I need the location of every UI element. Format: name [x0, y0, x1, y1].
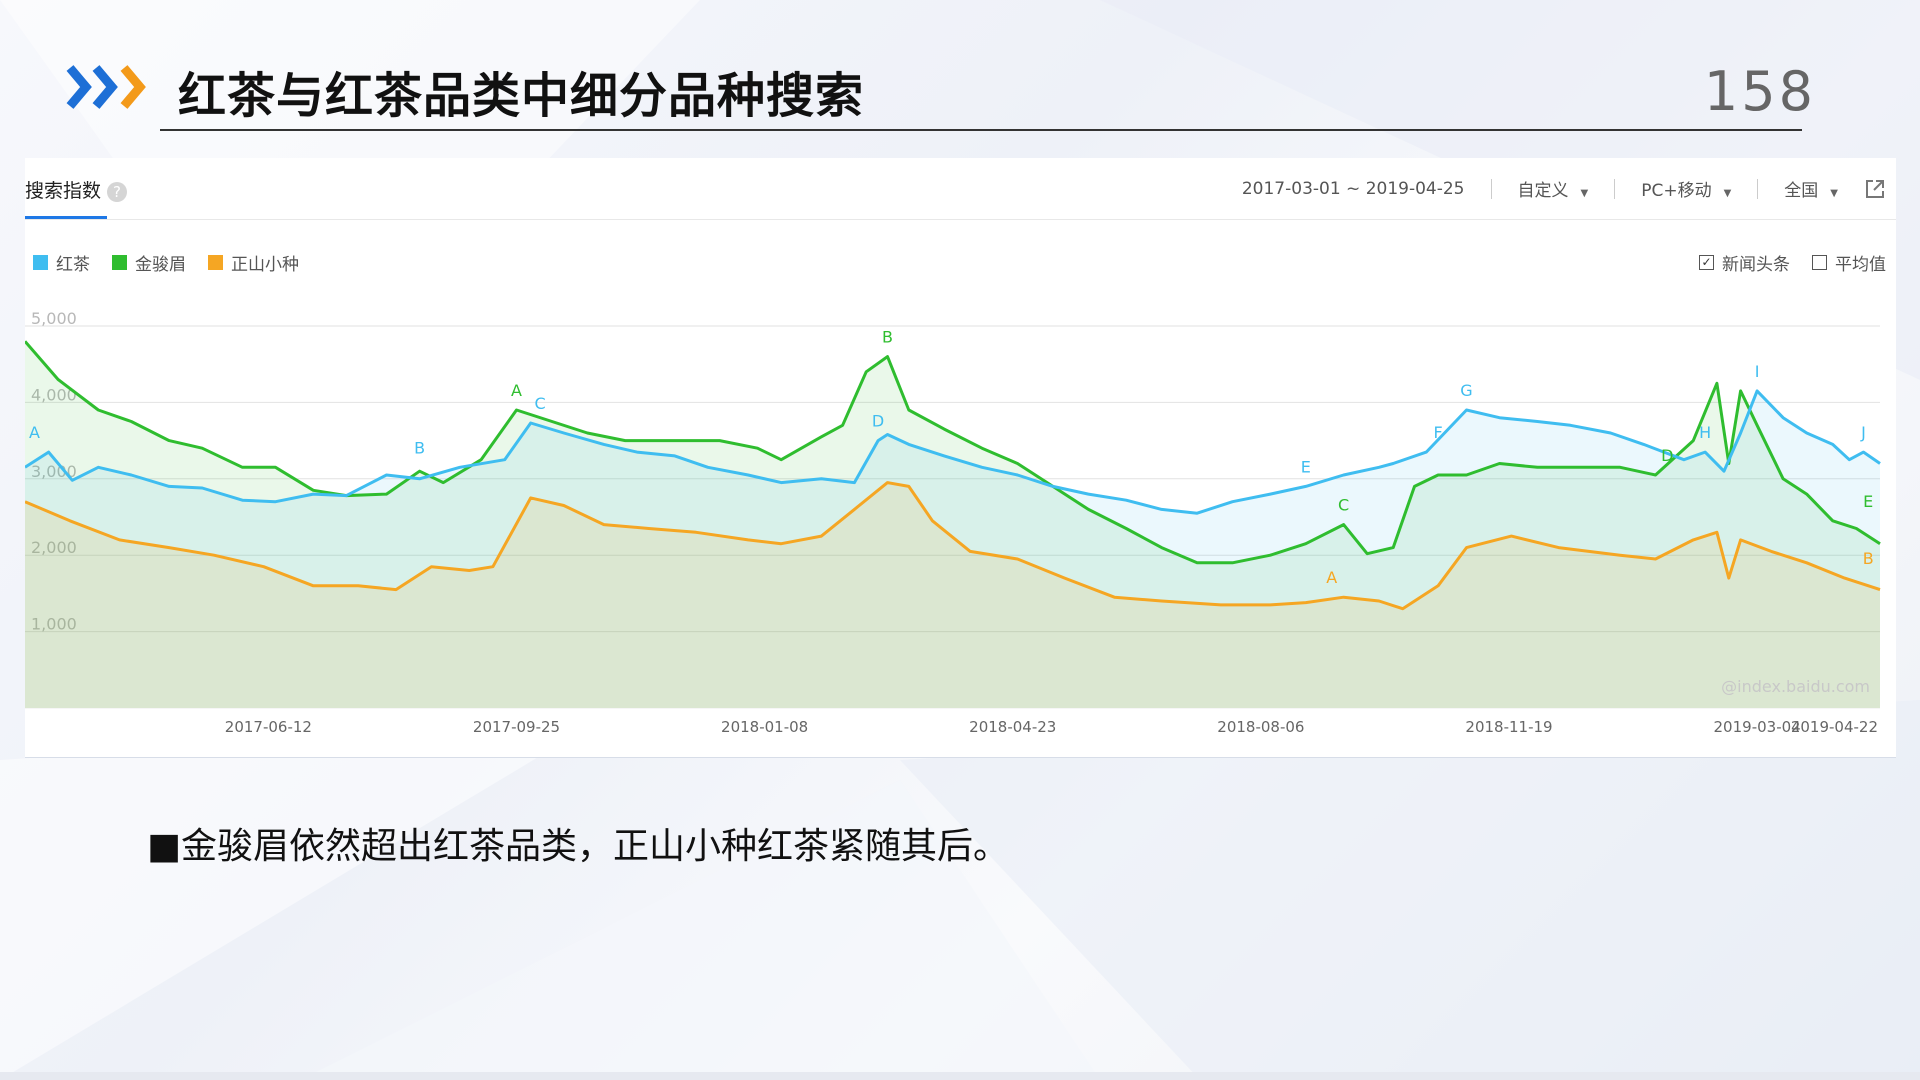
slide-header: 红茶与红茶品类中细分品种搜索 158: [66, 48, 1816, 128]
annotation-label: A: [511, 381, 522, 400]
x-tick-label: 2017-09-25: [473, 718, 560, 736]
annotation-label: B: [1863, 549, 1874, 568]
annotation-label: E: [1863, 492, 1873, 511]
slide-title: 红茶与红茶品类中细分品种搜索: [178, 68, 865, 124]
search-index-chart: 1,0002,0003,0004,0005,000ABCDEFGHIJABCDE…: [25, 309, 1881, 736]
chevrons-icon: [66, 65, 146, 109]
watermark: @index.baidu.com: [1721, 677, 1870, 696]
annotation-label: C: [1338, 496, 1349, 515]
annotation-label: J: [1860, 423, 1866, 442]
x-tick-label: 2018-01-08: [721, 718, 808, 736]
plot-baseline: [25, 708, 1880, 709]
annotation-label: I: [1755, 362, 1760, 381]
annotation-label: G: [1460, 381, 1472, 400]
x-tick-label: 2019-03-04: [1714, 718, 1801, 736]
page-number: 158: [1703, 60, 1816, 123]
annotation-label: E: [1301, 457, 1311, 476]
bullet-text: ■金骏眉依然超出红茶品类，正山小种红茶紧随其后。: [147, 826, 1010, 867]
annotation-label: D: [872, 412, 884, 431]
annotation-label: C: [535, 394, 546, 413]
x-tick-label: 2019-04-22: [1791, 718, 1878, 736]
x-tick-label: 2017-06-12: [225, 718, 312, 736]
annotation-label: H: [1699, 423, 1711, 442]
x-tick-label: 2018-08-06: [1217, 718, 1304, 736]
x-tick-label: 2018-04-23: [969, 718, 1056, 736]
y-tick-label: 5,000: [31, 309, 77, 328]
header-rule: [160, 129, 1802, 131]
time-scrollbar[interactable]: [25, 757, 1896, 758]
annotation-label: B: [414, 438, 425, 457]
annotation-label: F: [1434, 423, 1443, 442]
bottom-band: [0, 1072, 1920, 1080]
search-index-panel: 搜索指数? 2017-03-01 ~ 2019-04-25 自定义 ▼ PC+移动…: [25, 158, 1896, 758]
x-tick-label: 2018-11-19: [1465, 718, 1552, 736]
annotation-label: D: [1661, 446, 1673, 465]
annotation-label: A: [29, 423, 40, 442]
annotation-label: B: [882, 328, 893, 347]
annotation-label: A: [1326, 568, 1337, 587]
